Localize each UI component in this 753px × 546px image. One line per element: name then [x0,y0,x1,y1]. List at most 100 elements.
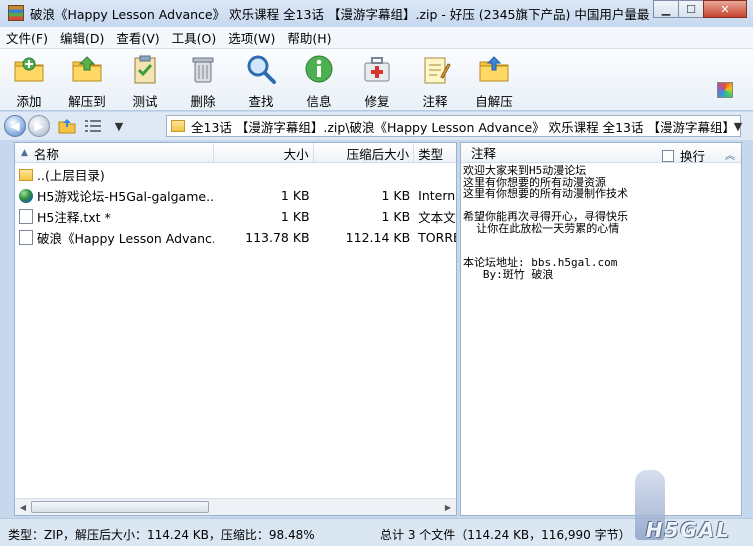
horizontal-scrollbar[interactable]: ◀ ▶ [15,498,456,515]
view-dropdown-icon[interactable]: ▼ [110,117,128,135]
menu-view[interactable]: 查看(V) [110,28,165,47]
collapse-icon[interactable]: ︽ [725,147,735,162]
comment-text[interactable]: 欢迎大家来到H5动漫论坛 这里有你想要的所有动漫资源 这里有你想要的所有动漫制作技术… [461,163,741,282]
find-button[interactable]: 查找 [232,49,290,109]
file-type: 文本文 [418,210,456,225]
app-logo-icon [8,5,24,21]
column-size[interactable]: 大小 [214,143,314,163]
menu-bar: 文件(F) 编辑(D) 查看(V) 工具(O) 选项(W) 帮助(H) [0,27,753,49]
comment-title: 注释 [471,146,497,161]
comment-line: 希望你能再次寻得开心，寻得快乐 [463,210,628,223]
self-extract-button[interactable]: 自解压 [464,49,524,109]
file-size: 113.78 KB [245,230,310,245]
file-name: H5游戏论坛-H5Gal-galgame... [37,189,215,204]
title-bar: 破浪《Happy Lesson Advance》 欢乐课程 全13话 【漫游字幕… [0,0,753,26]
table-row[interactable]: ..(上层目录) [15,164,456,185]
magnifier-icon [245,53,277,85]
repair-button[interactable]: 修复 [348,49,406,109]
address-path: 全13话 【漫游字幕组】.zip\破浪《Happy Lesson Advance… [191,119,735,135]
file-icon [19,230,33,245]
extract-folder-icon [71,53,103,85]
comment-line: By:斑竹 破浪 [463,267,554,281]
table-row[interactable]: H5注释.txt * 1 KB 1 KB 文本文 [15,206,456,227]
comment-pane: 注释 换行 ︽ 欢迎大家来到H5动漫论坛 这里有你想要的所有动漫资源 这里有你想要的… [460,142,742,516]
scroll-right-icon[interactable]: ▶ [442,501,454,513]
file-list-header: ▲ 名称 大小 压缩后大小 类型 [15,143,456,163]
text-file-icon [19,209,33,224]
info-label: 信息 [306,94,332,109]
file-size: 1 KB [280,209,310,224]
test-clipboard-icon [129,53,161,85]
file-name: H5注释.txt * [37,210,111,225]
test-label: 测试 [132,94,158,109]
trash-icon [187,53,219,85]
folder-icon [171,120,185,132]
comment-label: 注释 [422,94,448,109]
word-wrap-label: 换行 [679,149,705,164]
comment-button[interactable]: 注释 [406,49,464,109]
add-button[interactable]: 添加 [0,49,58,109]
minimize-button[interactable]: ▁ [653,0,679,18]
table-row[interactable]: 破浪《Happy Lesson Advanc... 113.78 KB 112.… [15,227,456,248]
column-type[interactable]: 类型 [414,143,456,163]
file-name: ..(上层目录) [37,168,105,183]
delete-button[interactable]: 删除 [174,49,232,109]
file-type: Interne [418,188,456,203]
self-extract-icon [478,53,510,85]
file-type: TORRE [418,230,456,245]
info-icon [303,53,335,85]
status-bar: 类型：ZIP，解压后大小：114.24 KB，压缩比：98.48% 总计 3 个… [0,518,753,546]
file-packed-size: 1 KB [381,188,411,203]
scroll-left-icon[interactable]: ◀ [17,501,29,513]
comment-line: 欢迎大家来到H5动漫论坛 [463,164,587,177]
sort-up-icon: ▲ [21,148,28,158]
word-wrap-toggle[interactable]: 换行 [661,146,705,165]
window-title: 破浪《Happy Lesson Advance》 欢乐课程 全13话 【漫游字幕… [30,6,650,22]
test-button[interactable]: 测试 [116,49,174,109]
file-total-status: 总计 3 个文件（114.24 KB，116,990 字节） [380,528,631,542]
word-wrap-checkbox[interactable] [661,149,674,162]
info-button[interactable]: 信息 [290,49,348,109]
window-controls: ▁ ☐ ✕ [653,0,747,18]
file-list: ▲ 名称 大小 压缩后大小 类型 ..(上层目录) H5游戏论坛-H5Gal-ga… [14,142,457,516]
forward-button[interactable]: ▶ [28,115,50,137]
file-packed-size: 112.14 KB [345,230,411,245]
table-row[interactable]: H5游戏论坛-H5Gal-galgame... 1 KB 1 KB Intern… [15,185,456,206]
menu-file[interactable]: 文件(F) [0,28,54,47]
add-folder-icon [13,53,45,85]
comment-line [463,234,739,246]
menu-help[interactable]: 帮助(H) [281,28,337,47]
scrollbar-thumb[interactable] [31,501,209,513]
comment-line: 让你在此放松一天劳累的心情 [463,221,620,235]
close-button[interactable]: ✕ [703,0,747,18]
column-packed-size[interactable]: 压缩后大小 [314,143,415,163]
maximize-button[interactable]: ☐ [678,0,704,18]
back-button[interactable]: ◀ [4,115,26,137]
file-size: 1 KB [280,188,310,203]
address-row: ◀ ▶ ▼ 全13话 【漫游字幕组】.zip\破浪《Happy Lesson A… [0,112,753,140]
archive-info-status: 类型：ZIP，解压后大小：114.24 KB，压缩比：98.48% [8,528,315,542]
column-name[interactable]: ▲ 名称 [15,143,215,163]
view-mode-icon[interactable] [84,117,102,135]
file-packed-size: 1 KB [381,209,411,224]
extract-label: 解压到 [68,94,106,109]
delete-label: 删除 [190,94,216,109]
comment-header: 注释 换行 ︽ [461,143,741,165]
find-label: 查找 [248,94,274,109]
comment-line: 这里有你想要的所有动漫制作技术 [463,187,628,200]
extract-button[interactable]: 解压到 [58,49,116,109]
menu-options[interactable]: 选项(W) [222,28,281,47]
add-label: 添加 [16,94,42,109]
skin-palette-icon[interactable] [717,82,733,98]
up-folder-icon[interactable] [58,117,76,135]
comment-notepad-icon [419,53,451,85]
menu-tools[interactable]: 工具(O) [166,28,223,47]
folder-icon [19,168,33,181]
globe-icon [19,188,33,203]
toolbar: 添加 解压到 测试 删除 查找 信息 修复 注释 自解压 [0,49,753,111]
address-dropdown-icon[interactable]: ▼ [729,117,747,135]
comment-line: 本论坛地址: bbs.h5gal.com [463,256,618,269]
file-name: 破浪《Happy Lesson Advanc... [37,231,215,246]
menu-edit[interactable]: 编辑(D) [54,28,110,47]
address-bar[interactable]: 全13话 【漫游字幕组】.zip\破浪《Happy Lesson Advance… [166,115,741,137]
